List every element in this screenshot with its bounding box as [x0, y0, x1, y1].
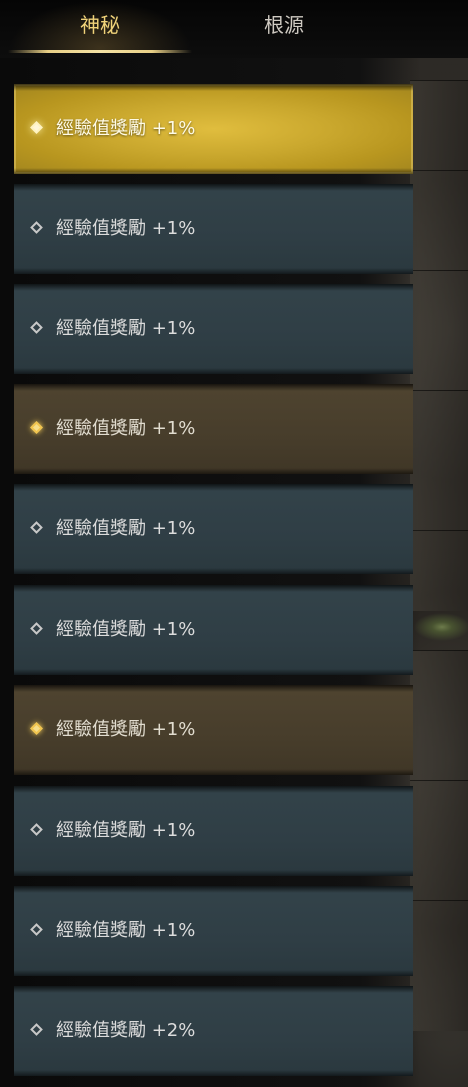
list-item[interactable]: 經驗值獎勵 +1% — [14, 585, 413, 675]
row-edge — [14, 769, 413, 775]
reward-label: 經驗值獎勵 +2% — [56, 1020, 196, 1041]
diamond-icon — [30, 923, 43, 936]
list-item[interactable]: 經驗值獎勵 +1% — [14, 786, 413, 876]
list-item[interactable]: 經驗值獎勵 +1% — [14, 84, 413, 174]
row-edge — [14, 669, 413, 675]
row-edge — [14, 368, 413, 374]
row-edge — [14, 468, 413, 474]
tab-mystic[interactable]: 神秘 — [8, 0, 192, 50]
reward-label: 經驗值獎勵 +1% — [56, 820, 196, 841]
background-stone — [410, 270, 468, 391]
reward-label: 經驗值獎勵 +1% — [56, 218, 196, 239]
list-item[interactable]: 經驗值獎勵 +1% — [14, 886, 413, 976]
reward-label: 經驗值獎勵 +1% — [56, 719, 196, 740]
diamond-icon — [30, 121, 43, 134]
row-edge — [14, 568, 413, 574]
row-edge — [14, 268, 413, 274]
list-item[interactable]: 經驗值獎勵 +1% — [14, 484, 413, 574]
row-edge — [14, 870, 413, 876]
diamond-icon — [30, 521, 43, 534]
background-stone — [410, 390, 468, 531]
diamond-icon — [30, 1023, 43, 1036]
list-item[interactable]: 經驗值獎勵 +1% — [14, 184, 413, 274]
diamond-icon — [30, 622, 43, 635]
background-stone — [410, 80, 468, 171]
diamond-icon — [30, 722, 43, 735]
list-item[interactable]: 經驗值獎勵 +1% — [14, 384, 413, 474]
reward-label: 經驗值獎勵 +1% — [56, 920, 196, 941]
list-item[interactable]: 經驗值獎勵 +1% — [14, 685, 413, 775]
background-stone — [410, 650, 468, 781]
reward-label: 經驗值獎勵 +1% — [56, 118, 196, 139]
reward-label: 經驗值獎勵 +1% — [56, 318, 196, 339]
background-stone — [410, 170, 468, 271]
diamond-icon — [30, 321, 43, 334]
list-item[interactable]: 經驗值獎勵 +2% — [14, 986, 413, 1076]
tab-origin[interactable]: 根源 — [192, 0, 376, 50]
diamond-icon — [30, 221, 43, 234]
reward-label: 經驗值獎勵 +1% — [56, 619, 196, 640]
reward-label: 經驗值獎勵 +1% — [56, 518, 196, 539]
reward-label: 經驗值獎勵 +1% — [56, 418, 196, 439]
active-tab-underline — [8, 50, 192, 53]
tab-bar: 神秘 根源 — [0, 0, 468, 58]
diamond-icon — [30, 823, 43, 836]
row-edge — [14, 1070, 413, 1076]
background-stone — [410, 530, 468, 611]
list-item[interactable]: 經驗值獎勵 +1% — [14, 284, 413, 374]
row-edge — [14, 970, 413, 976]
diamond-icon — [30, 421, 43, 434]
background-stone — [410, 780, 468, 901]
background-moss — [412, 612, 468, 642]
row-edge — [14, 168, 413, 174]
background-stone — [410, 900, 468, 1031]
